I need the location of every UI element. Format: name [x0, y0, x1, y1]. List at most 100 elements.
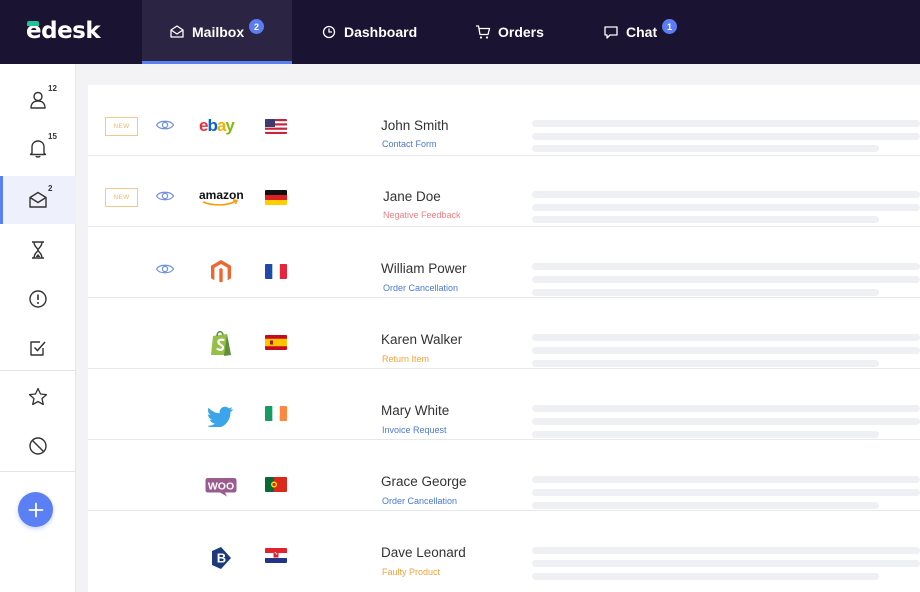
notifications-count: 15: [48, 132, 57, 141]
plus-icon: [28, 502, 43, 517]
sidebar-item-mailbox[interactable]: 2: [0, 176, 76, 224]
preview-line: [532, 573, 879, 580]
flag-fr-icon: [265, 264, 287, 279]
preview-line: [532, 502, 879, 509]
flag-us-icon: [265, 119, 287, 134]
customer-name: Dave Leonard: [381, 545, 466, 560]
customer-name: Grace George: [381, 474, 467, 489]
svg-text:B: B: [217, 551, 226, 566]
preview-line: [532, 191, 920, 198]
flag-hr-icon: [265, 548, 287, 563]
bigcommerce-logo: B: [193, 541, 249, 575]
customer-name: John Smith: [381, 118, 449, 133]
sidebar-divider: [0, 370, 76, 371]
envelope-icon: [169, 24, 185, 40]
mailbox-count: 2: [48, 184, 53, 193]
edesk-logo[interactable]: edesk: [26, 18, 101, 46]
sidebar: 12 15 2: [0, 64, 76, 592]
tab-mailbox-label: Mailbox: [192, 24, 245, 40]
message-row[interactable]: William Power Order Cancellation: [88, 227, 920, 298]
shopify-logo: [193, 326, 249, 360]
alert-icon: [29, 290, 47, 308]
message-row[interactable]: Mary White Invoice Request: [88, 369, 920, 440]
sidebar-item-notifications[interactable]: 15: [0, 124, 76, 172]
add-button[interactable]: [18, 492, 53, 527]
preview-line: [532, 489, 920, 496]
sidebar-item-alerts[interactable]: [0, 275, 76, 323]
ebay-logo: ebay: [193, 109, 249, 143]
customer-name: Mary White: [381, 403, 450, 418]
preview-line: [532, 204, 920, 211]
tab-orders-label: Orders: [498, 24, 544, 40]
svg-text:ebay: ebay: [199, 116, 235, 135]
message-row[interactable]: NEW ebay John Smith Contact Form: [88, 85, 920, 156]
preview-line: [532, 547, 920, 554]
message-row[interactable]: B Dave Leonard Faulty Product: [88, 511, 920, 582]
message-row[interactable]: WOO Grace George Order Cancellation: [88, 440, 920, 511]
sidebar-item-pending[interactable]: [0, 226, 76, 274]
preview-line: [532, 560, 920, 567]
message-subject: Return Item: [382, 354, 430, 364]
preview-line: [532, 120, 920, 127]
preview-line: [532, 289, 879, 296]
flag-de-icon: [265, 190, 287, 205]
preview-line: [532, 360, 879, 367]
message-row[interactable]: Karen Walker Return Item: [88, 298, 920, 369]
sidebar-item-starred[interactable]: [0, 373, 76, 421]
message-subject: Order Cancellation: [383, 283, 459, 293]
users-count: 12: [48, 84, 57, 93]
tab-mailbox[interactable]: Mailbox 2: [142, 0, 292, 64]
check-square-icon: [30, 341, 46, 356]
preview-line: [532, 263, 920, 270]
cart-icon: [475, 24, 491, 40]
message-subject: Invoice Request: [382, 425, 447, 435]
preview-line: [532, 431, 879, 438]
preview-line: [532, 476, 920, 483]
twitter-logo: [193, 399, 249, 433]
sidebar-item-resolved[interactable]: [0, 324, 76, 372]
magento-logo: [193, 255, 249, 289]
message-subject: Negative Feedback: [383, 210, 461, 220]
top-nav-bar: edesk Mailbox 2 Dashboard Orders Chat 1: [0, 0, 920, 64]
chat-badge: 1: [662, 19, 677, 34]
preview-line: [532, 145, 879, 152]
sidebar-item-blocked[interactable]: [0, 422, 76, 470]
preview-line: [532, 347, 920, 354]
eye-icon[interactable]: [155, 189, 175, 203]
message-subject: Order Cancellation: [382, 496, 458, 506]
message-row[interactable]: NEW amazon Jane Doe Negative Feedback: [88, 156, 920, 227]
new-tag: NEW: [105, 188, 138, 207]
message-list: NEW ebay John Smith Contact Form NEW ama…: [88, 85, 920, 592]
flag-pt-icon: [265, 477, 287, 492]
tab-dashboard-label: Dashboard: [344, 24, 418, 40]
mailbox-badge: 2: [249, 19, 264, 34]
amazon-logo: amazon: [193, 180, 249, 214]
eye-icon[interactable]: [155, 118, 175, 132]
bell-icon: [29, 140, 47, 158]
tab-orders[interactable]: Orders: [475, 0, 544, 64]
customer-name: Karen Walker: [381, 332, 463, 347]
block-icon: [29, 437, 47, 455]
preview-line: [532, 405, 920, 412]
sidebar-divider: [0, 471, 76, 472]
envelope-icon: [29, 191, 47, 208]
preview-line: [532, 418, 920, 425]
preview-line: [532, 334, 920, 341]
tab-chat[interactable]: Chat: [603, 0, 657, 64]
tab-chat-label: Chat: [626, 24, 658, 40]
tab-dashboard[interactable]: Dashboard: [321, 0, 417, 64]
hourglass-icon: [32, 241, 44, 259]
flag-ie-icon: [265, 406, 287, 421]
message-subject: Faulty Product: [382, 567, 441, 577]
new-tag: NEW: [105, 117, 138, 136]
customer-name: William Power: [381, 261, 467, 276]
customer-name: Jane Doe: [383, 189, 441, 204]
clock-icon: [321, 24, 337, 40]
eye-icon[interactable]: [155, 262, 175, 276]
woo-text: WOO: [208, 480, 234, 492]
star-icon: [28, 387, 48, 406]
sidebar-item-users[interactable]: 12: [0, 76, 76, 124]
flag-es-icon: [265, 335, 287, 350]
preview-line: [532, 276, 920, 283]
preview-line: [532, 216, 879, 223]
